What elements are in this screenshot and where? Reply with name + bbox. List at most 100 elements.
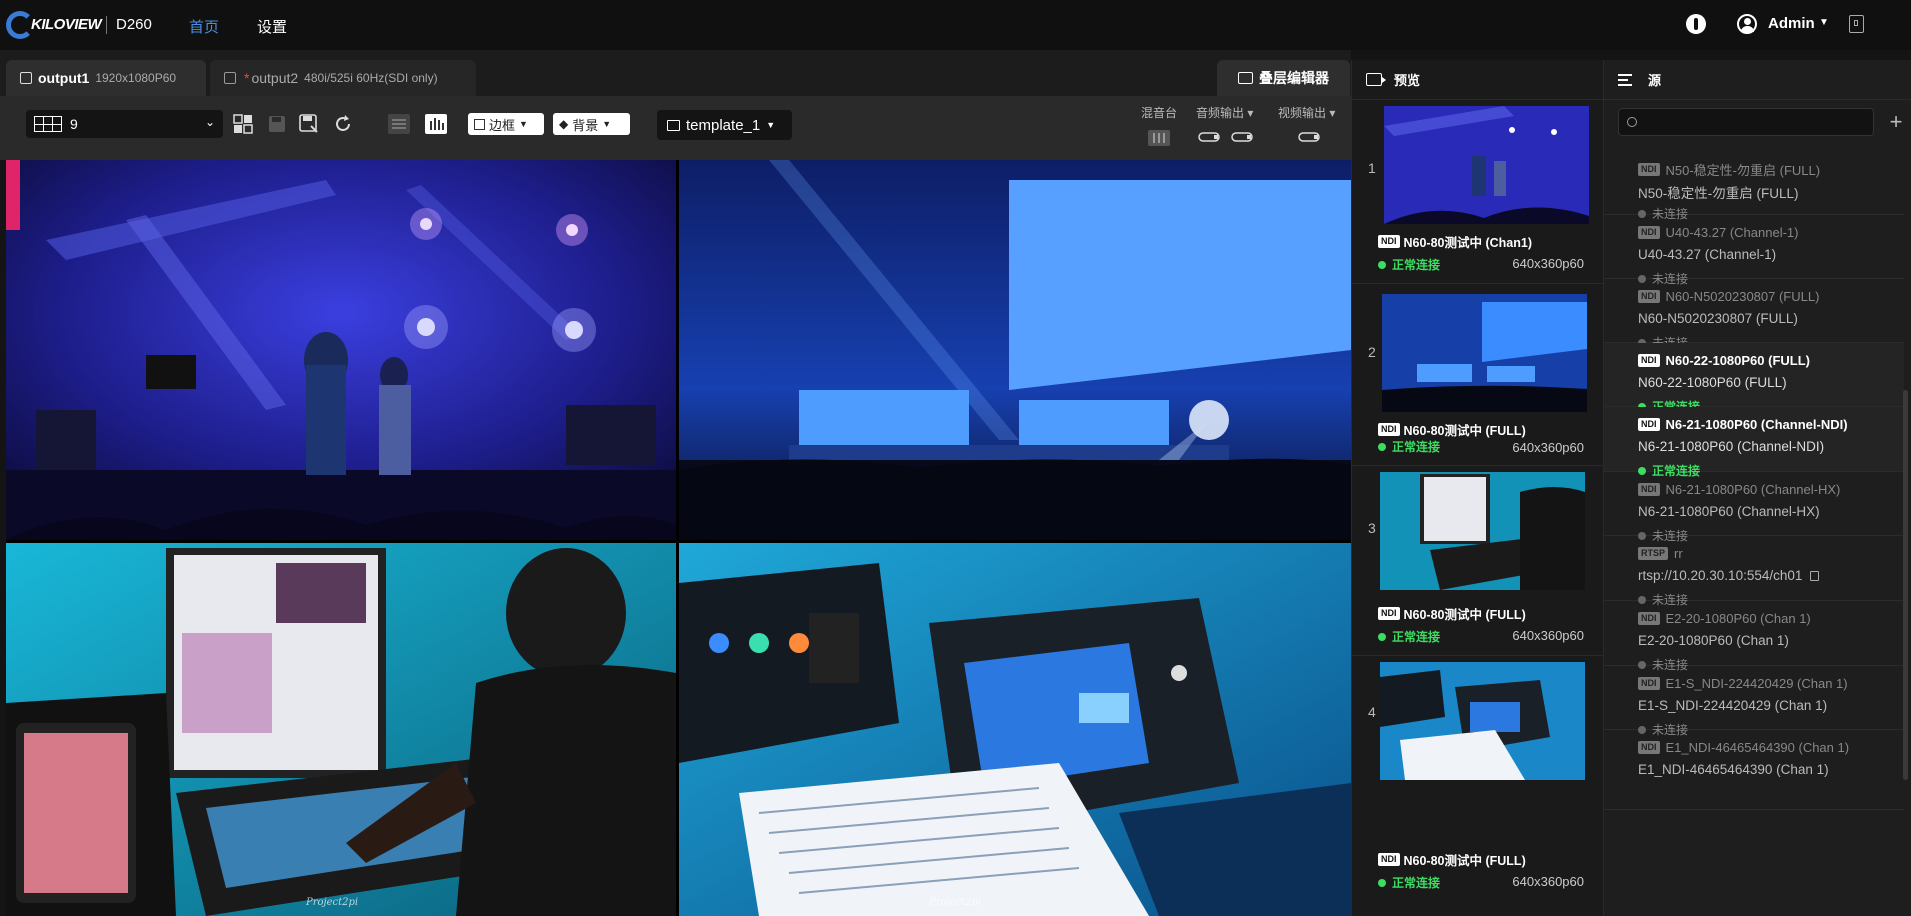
- source-address: rtsp://10.20.30.10:554/ch01: [1638, 568, 1820, 583]
- multiview-canvas[interactable]: Project2pi Project2pi: [6, 160, 1351, 916]
- source-search[interactable]: [1618, 108, 1874, 136]
- info-icon[interactable]: [1686, 14, 1706, 34]
- preview-number: 2: [1368, 344, 1376, 360]
- chevron-down-icon[interactable]: ▼: [1819, 17, 1829, 28]
- refresh-icon[interactable]: [331, 112, 355, 136]
- ndi-badge: NDI: [1638, 418, 1660, 431]
- status-dot-icon: [1378, 632, 1386, 641]
- preview-item[interactable]: 4 NDI N60-80测试中 (FULL) 正常连接 640x360p60: [1352, 656, 1604, 916]
- preview-item[interactable]: 1 NDI N60-80测试中 (Chan1) 正常连接 640x360p60: [1352, 100, 1604, 284]
- preview-status: 正常连接: [1392, 258, 1441, 272]
- save-icon[interactable]: [265, 112, 289, 136]
- source-item[interactable]: NDI N60-22-1080P60 (FULL) N60-22-1080P60 (…: [1604, 343, 1904, 414]
- preview-status: 正常连接: [1392, 440, 1441, 454]
- video-cell-4[interactable]: Project2pi: [679, 543, 1351, 916]
- layout-select[interactable]: 9 ⌄: [26, 110, 223, 138]
- caret-down-icon: ▼: [602, 119, 612, 129]
- mixer-icon[interactable]: [1148, 130, 1170, 146]
- grid-layout-icon: [34, 116, 62, 132]
- source-item[interactable]: NDI N6-21-1080P60 (Channel-HX) N6-21-1080P…: [1604, 472, 1904, 543]
- source-item[interactable]: RTSP rr rtsp://10.20.30.10:554/ch01 未连接: [1604, 536, 1904, 607]
- source-scrollbar[interactable]: [1903, 390, 1908, 780]
- ndi-badge: NDI: [1378, 235, 1400, 248]
- source-title-row: NDI U40-43.27 (Channel-1): [1638, 225, 1798, 240]
- preview-item[interactable]: 2 NDI N60-80测试中 (FULL) 正常连接 640x360p60: [1352, 284, 1604, 466]
- nav-settings[interactable]: 设置: [257, 16, 287, 37]
- user-avatar-icon[interactable]: [1737, 14, 1757, 34]
- preview-thumbnail: [1380, 472, 1585, 590]
- preview-status: 正常连接: [1392, 630, 1441, 644]
- source-item[interactable]: NDI E1_NDI-46465464390 (Chan 1) E1_NDI-464…: [1604, 730, 1904, 810]
- video-cell-3[interactable]: Project2pi: [6, 543, 676, 916]
- ndi-badge: NDI: [1378, 607, 1400, 620]
- logout-icon[interactable]: [1849, 15, 1864, 33]
- source-search-input[interactable]: [1643, 114, 1863, 130]
- ndi-badge: NDI: [1638, 163, 1660, 176]
- add-source-button[interactable]: +: [1885, 108, 1907, 136]
- preview-resolution: 640x360p60: [1512, 256, 1584, 271]
- audio-output-1-icon[interactable]: [1198, 130, 1220, 144]
- source-title-row: NDI E1_NDI-46465464390 (Chan 1): [1638, 740, 1849, 755]
- unsaved-marker: *: [244, 70, 250, 86]
- output-tabs-bar: output1 1920x1080P60 * output2 480i/525i…: [0, 50, 1351, 96]
- overlay-editor-button[interactable]: 叠层编辑器: [1217, 60, 1350, 96]
- status-dot-icon: [1378, 260, 1386, 269]
- copy-icon[interactable]: [1810, 570, 1820, 581]
- preview-panel: 预览 1 NDI N60-80测试中 (Chan1) 正常连接 640x360p6…: [1351, 60, 1604, 916]
- list-view-icon[interactable]: [387, 112, 411, 136]
- top-bar: KILOVIEW D260 首页 设置 Admin ▼: [0, 0, 1911, 50]
- search-icon: [1627, 117, 1637, 127]
- source-item[interactable]: NDI N50-稳定性-勿重启 (FULL) N50-稳定性-勿重启 (FULL) 未…: [1604, 150, 1904, 221]
- user-menu[interactable]: Admin: [1768, 15, 1815, 32]
- video-cell-2[interactable]: [679, 160, 1351, 540]
- overlay-editor-label: 叠层编辑器: [1259, 70, 1329, 86]
- source-address: U40-43.27 (Channel-1): [1638, 247, 1776, 262]
- preview-source-name: N60-80测试中 (FULL): [1403, 608, 1526, 622]
- ndi-badge: NDI: [1638, 354, 1660, 367]
- status-dot-icon: [1378, 878, 1386, 887]
- source-name: N60-N5020230807 (FULL): [1665, 289, 1820, 304]
- source-item[interactable]: NDI N6-21-1080P60 (Channel-NDI) N6-21-1080…: [1604, 407, 1904, 478]
- border-label: 边框: [489, 117, 516, 133]
- custom-layout-icon[interactable]: [231, 112, 255, 136]
- source-address-text: N50-稳定性-勿重启 (FULL): [1638, 186, 1799, 201]
- nav-home[interactable]: 首页: [189, 16, 219, 37]
- monitor-icon: [20, 72, 32, 84]
- device-model: D260: [116, 16, 152, 33]
- source-address: E2-20-1080P60 (Chan 1): [1638, 633, 1789, 648]
- watermark: Project2pi: [306, 897, 359, 908]
- background-select[interactable]: ◆ 背景 ▼: [553, 113, 630, 135]
- preview-header: 预览: [1352, 60, 1603, 100]
- preview-item[interactable]: 3 NDI N60-80测试中 (FULL) 正常连接 640x360p60: [1352, 466, 1604, 656]
- source-name: E2-20-1080P60 (Chan 1): [1665, 611, 1811, 626]
- audio-output-2-icon[interactable]: [1231, 130, 1253, 144]
- audio-meter-icon[interactable]: [424, 112, 448, 136]
- video-cell-1[interactable]: [6, 160, 676, 540]
- source-name: N50-稳定性-勿重启 (FULL): [1665, 163, 1821, 178]
- border-select[interactable]: 边框 ▼: [468, 113, 544, 135]
- source-item[interactable]: NDI N60-N5020230807 (FULL) N60-N5020230807…: [1604, 279, 1904, 350]
- ndi-badge: NDI: [1638, 741, 1660, 754]
- source-item[interactable]: NDI U40-43.27 (Channel-1) U40-43.27 (Chann…: [1604, 215, 1904, 286]
- preview-source-name: N60-80测试中 (FULL): [1403, 424, 1526, 438]
- tab-label: output1: [38, 70, 90, 86]
- preview-number: 3: [1368, 520, 1376, 536]
- tab-label: output2: [251, 70, 299, 86]
- source-title: 源: [1648, 73, 1662, 88]
- preview-title: 预览: [1394, 73, 1421, 88]
- caret-down-icon: ▼: [519, 119, 528, 129]
- save-as-icon[interactable]: [297, 112, 321, 136]
- tab-output2[interactable]: * output2 480i/525i 60Hz(SDI only): [210, 60, 476, 96]
- source-item[interactable]: NDI E2-20-1080P60 (Chan 1) E2-20-1080P60 (…: [1604, 601, 1904, 672]
- tab-resolution: 1920x1080P60: [95, 71, 177, 85]
- preview-number: 1: [1368, 160, 1376, 176]
- video-output-icon[interactable]: [1298, 130, 1320, 144]
- preview-thumbnail: [1380, 662, 1585, 780]
- source-item[interactable]: NDI E1-S_NDI-224420429 (Chan 1) E1-S_NDI-2…: [1604, 666, 1904, 737]
- source-header: 源: [1604, 60, 1911, 100]
- template-select[interactable]: template_1 ▼: [657, 110, 792, 140]
- tab-output1[interactable]: output1 1920x1080P60: [6, 60, 206, 96]
- audio-output-label[interactable]: 音频输出 ▾: [1196, 104, 1253, 121]
- video-output-label[interactable]: 视频输出 ▾: [1278, 104, 1335, 121]
- source-panel: 源 + NDI N50-稳定性-勿重启 (FULL) N50-稳定性-勿重启 (FU…: [1603, 60, 1911, 916]
